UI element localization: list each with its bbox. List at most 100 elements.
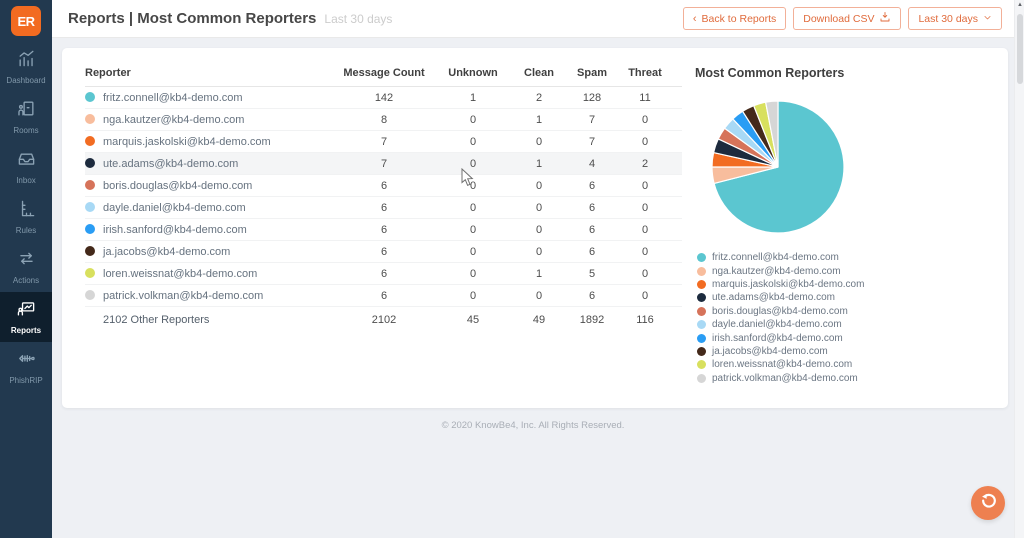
- column-header: Unknown: [444, 58, 502, 87]
- chart-legend: fritz.connell@kb4-demo.com nga.kautzer@kb…: [697, 251, 864, 385]
- legend-item: dayle.daniel@kb4-demo.com: [697, 318, 864, 331]
- cell-value: 0: [444, 152, 502, 175]
- legend-color-dot: [697, 293, 706, 303]
- legend-label: patrick.volkman@kb4-demo.com: [712, 372, 858, 384]
- cell-value: 0: [444, 130, 502, 153]
- cell-value: 0: [608, 130, 682, 153]
- legend-item: patrick.volkman@kb4-demo.com: [697, 372, 864, 385]
- sidebar-item-label: Rooms: [13, 126, 39, 135]
- cell-value: 0: [608, 196, 682, 219]
- reporter-email: irish.sanford@kb4-demo.com: [103, 223, 247, 236]
- cell-value: 6: [324, 284, 444, 307]
- reporter-color-dot: [85, 289, 95, 300]
- cell-value: 0: [502, 130, 576, 153]
- back-to-reports-button[interactable]: ‹ Back to Reports: [682, 7, 787, 30]
- range-label: Last 30 days: [918, 12, 978, 25]
- cell-value: 0: [444, 284, 502, 307]
- table-row[interactable]: ja.jacobs@kb4-demo.com 6 0 0 6 0: [85, 240, 682, 263]
- vertical-scrollbar[interactable]: ▲: [1014, 0, 1024, 538]
- legend-color-dot: [697, 253, 706, 263]
- sidebar-item-reports[interactable]: Reports: [0, 292, 52, 342]
- help-widget-button[interactable]: [971, 486, 1005, 520]
- sidebar-item-label: PhishRIP: [9, 376, 43, 385]
- sidebar-item-rooms[interactable]: Rooms: [0, 92, 52, 142]
- sidebar-item-actions[interactable]: Actions: [0, 242, 52, 292]
- sidebar-item-label: Dashboard: [6, 76, 46, 85]
- top-header: Reports | Most Common Reporters Last 30 …: [52, 0, 1024, 38]
- reporter-email: marquis.jaskolski@kb4-demo.com: [103, 135, 271, 148]
- cell-value: 0: [502, 196, 576, 219]
- sidebar-item-phishrip[interactable]: PhishRIP: [0, 342, 52, 392]
- reporter-color-dot: [85, 179, 95, 190]
- sidebar-item-label: Actions: [12, 276, 40, 285]
- table-row[interactable]: nga.kautzer@kb4-demo.com 8 0 1 7 0: [85, 108, 682, 131]
- table-row[interactable]: boris.douglas@kb4-demo.com 6 0 0 6 0: [85, 174, 682, 197]
- reporter-email: ja.jacobs@kb4-demo.com: [103, 245, 231, 258]
- sidebar-item-label: Reports: [10, 326, 42, 335]
- sidebar: ER Dashboard Rooms Inbox Rules Actions R…: [0, 0, 52, 538]
- legend-label: boris.douglas@kb4-demo.com: [712, 305, 848, 317]
- legend-color-dot: [697, 306, 706, 316]
- cell-value: 6: [324, 174, 444, 197]
- cell-value: 0: [608, 218, 682, 241]
- table-row[interactable]: loren.weissnat@kb4-demo.com 6 0 1 5 0: [85, 262, 682, 285]
- sidebar-item-dashboard[interactable]: Dashboard: [0, 42, 52, 92]
- header-actions: ‹ Back to Reports Download CSV Last 30 d…: [682, 7, 1002, 30]
- app-logo[interactable]: ER: [0, 0, 52, 42]
- download-csv-button[interactable]: Download CSV: [793, 7, 902, 30]
- sidebar-item-inbox[interactable]: Inbox: [0, 142, 52, 192]
- chevron-down-icon: [983, 13, 992, 25]
- legend-item: marquis.jaskolski@kb4-demo.com: [697, 278, 864, 291]
- cell-value: 0: [608, 240, 682, 263]
- totals-value: 45: [444, 306, 502, 333]
- table-row[interactable]: ute.adams@kb4-demo.com 7 0 1 4 2: [85, 152, 682, 175]
- legend-color-dot: [697, 346, 706, 356]
- cell-value: 4: [576, 152, 608, 175]
- cell-value: 0: [444, 174, 502, 197]
- reporter-email: nga.kautzer@kb4-demo.com: [103, 113, 245, 126]
- legend-color-dot: [697, 320, 706, 330]
- legend-item: nga.kautzer@kb4-demo.com: [697, 264, 864, 277]
- cell-value: 5: [576, 262, 608, 285]
- totals-value: 1892: [576, 306, 608, 333]
- cell-value: 0: [502, 218, 576, 241]
- back-button-label: Back to Reports: [701, 12, 777, 25]
- table-header-row: Reporter Message Count Unknown Clean Spa…: [85, 58, 682, 87]
- reporter-color-dot: [85, 201, 95, 212]
- table-row[interactable]: irish.sanford@kb4-demo.com 6 0 0 6 0: [85, 218, 682, 241]
- cell-value: 0: [502, 284, 576, 307]
- page-title: Reports | Most Common Reporters: [68, 10, 317, 27]
- table-row[interactable]: dayle.daniel@kb4-demo.com 6 0 0 6 0: [85, 196, 682, 219]
- table-row[interactable]: fritz.connell@kb4-demo.com 142 1 2 128 11: [85, 86, 682, 109]
- cell-value: 7: [576, 108, 608, 131]
- column-header: Threat: [608, 58, 682, 87]
- cell-value: 128: [576, 86, 608, 109]
- legend-color-dot: [697, 373, 706, 383]
- legend-label: marquis.jaskolski@kb4-demo.com: [712, 278, 865, 290]
- app-window: ER Dashboard Rooms Inbox Rules Actions R…: [0, 0, 1024, 538]
- cell-value: 0: [608, 262, 682, 285]
- rooms-icon: [17, 99, 36, 123]
- sidebar-item-rules[interactable]: Rules: [0, 192, 52, 242]
- reporter-email: ute.adams@kb4-demo.com: [103, 157, 239, 170]
- table-row[interactable]: marquis.jaskolski@kb4-demo.com 7 0 0 7 0: [85, 130, 682, 153]
- totals-value: 116: [608, 306, 682, 333]
- reporter-email: patrick.volkman@kb4-demo.com: [103, 289, 264, 302]
- phisher-logo-icon[interactable]: ER: [11, 6, 41, 36]
- reporter-email: fritz.connell@kb4-demo.com: [103, 91, 243, 104]
- cell-value: 1: [444, 86, 502, 109]
- inbox-icon: [17, 149, 36, 173]
- scroll-up-arrow-icon[interactable]: ▲: [1016, 1, 1024, 9]
- chart-title: Most Common Reporters: [695, 66, 845, 80]
- table-row[interactable]: patrick.volkman@kb4-demo.com 6 0 0 6 0: [85, 284, 682, 307]
- cell-value: 1: [502, 152, 576, 175]
- date-range-dropdown[interactable]: Last 30 days: [908, 7, 1002, 30]
- reporter-color-dot: [85, 245, 95, 256]
- cell-value: 142: [324, 86, 444, 109]
- download-button-label: Download CSV: [803, 12, 875, 25]
- totals-value: 49: [502, 306, 576, 333]
- report-card: Reporter Message Count Unknown Clean Spa…: [62, 48, 1008, 408]
- scrollbar-thumb[interactable]: [1017, 14, 1023, 84]
- reporter-email: dayle.daniel@kb4-demo.com: [103, 201, 246, 214]
- legend-item: ute.adams@kb4-demo.com: [697, 291, 864, 304]
